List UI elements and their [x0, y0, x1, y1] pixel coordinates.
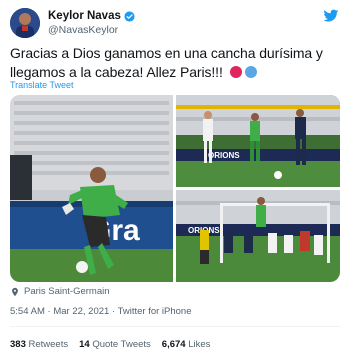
photo-3[interactable]: ORIONS — [176, 190, 340, 282]
likes-count: 6,674 — [161, 339, 186, 350]
blue-circle-emoji — [244, 65, 257, 78]
likes-label: Likes — [188, 339, 211, 350]
meta-separator-1: · — [47, 306, 51, 317]
tweet-body: Gracias a Dios ganamos en una cancha dur… — [10, 45, 323, 80]
tweet-stats: 383 Retweets 14 Quote Tweets 6,674 Likes — [10, 339, 210, 350]
tweet-source[interactable]: Twitter for iPhone — [118, 306, 192, 317]
red-circle-emoji — [229, 65, 242, 78]
photo-2-ad-text: ORIONS — [208, 151, 240, 160]
photo-1[interactable]: Gra — [10, 95, 173, 282]
quotes-count: 14 — [79, 339, 90, 350]
tweet-meta: 5:54 AM · Mar 22, 2021 · Twitter for iPh… — [10, 306, 192, 317]
avatar[interactable] — [10, 8, 40, 38]
user-handle[interactable]: @NavasKeylor — [48, 23, 135, 37]
quotes-label: Quote Tweets — [92, 339, 151, 350]
tweet-text: Gracias a Dios ganamos en una cancha dur… — [10, 44, 336, 81]
meta-separator-2: · — [111, 306, 116, 317]
tweet-time[interactable]: 5:54 AM — [10, 306, 45, 317]
verified-badge-icon — [124, 10, 135, 22]
stats-divider — [10, 326, 340, 327]
tweet-card: Keylor Navas @NavasKeylor Gracias a Dios… — [0, 0, 350, 357]
location-label: Paris Saint-Germain — [24, 286, 110, 297]
likes-stat[interactable]: 6,674 Likes — [162, 339, 211, 350]
translate-tweet-link[interactable]: Translate Tweet — [10, 80, 74, 90]
user-names: Keylor Navas @NavasKeylor — [48, 9, 135, 37]
media-grid: Gra ORIONS — [10, 95, 340, 282]
user-name[interactable]: Keylor Navas — [48, 9, 121, 23]
tweet-date[interactable]: Mar 22, 2021 — [53, 306, 109, 317]
twitter-bird-icon[interactable] — [323, 8, 339, 24]
tweet-header: Keylor Navas @NavasKeylor — [10, 8, 135, 38]
location-pin-icon — [10, 287, 20, 297]
retweets-count: 383 — [10, 339, 26, 350]
retweets-stat[interactable]: 383 Retweets — [10, 339, 68, 350]
photo-2[interactable]: ORIONS — [176, 95, 340, 187]
quotes-stat[interactable]: 14 Quote Tweets — [79, 339, 151, 350]
retweets-label: Retweets — [28, 339, 69, 350]
location-tag[interactable]: Paris Saint-Germain — [10, 286, 110, 297]
